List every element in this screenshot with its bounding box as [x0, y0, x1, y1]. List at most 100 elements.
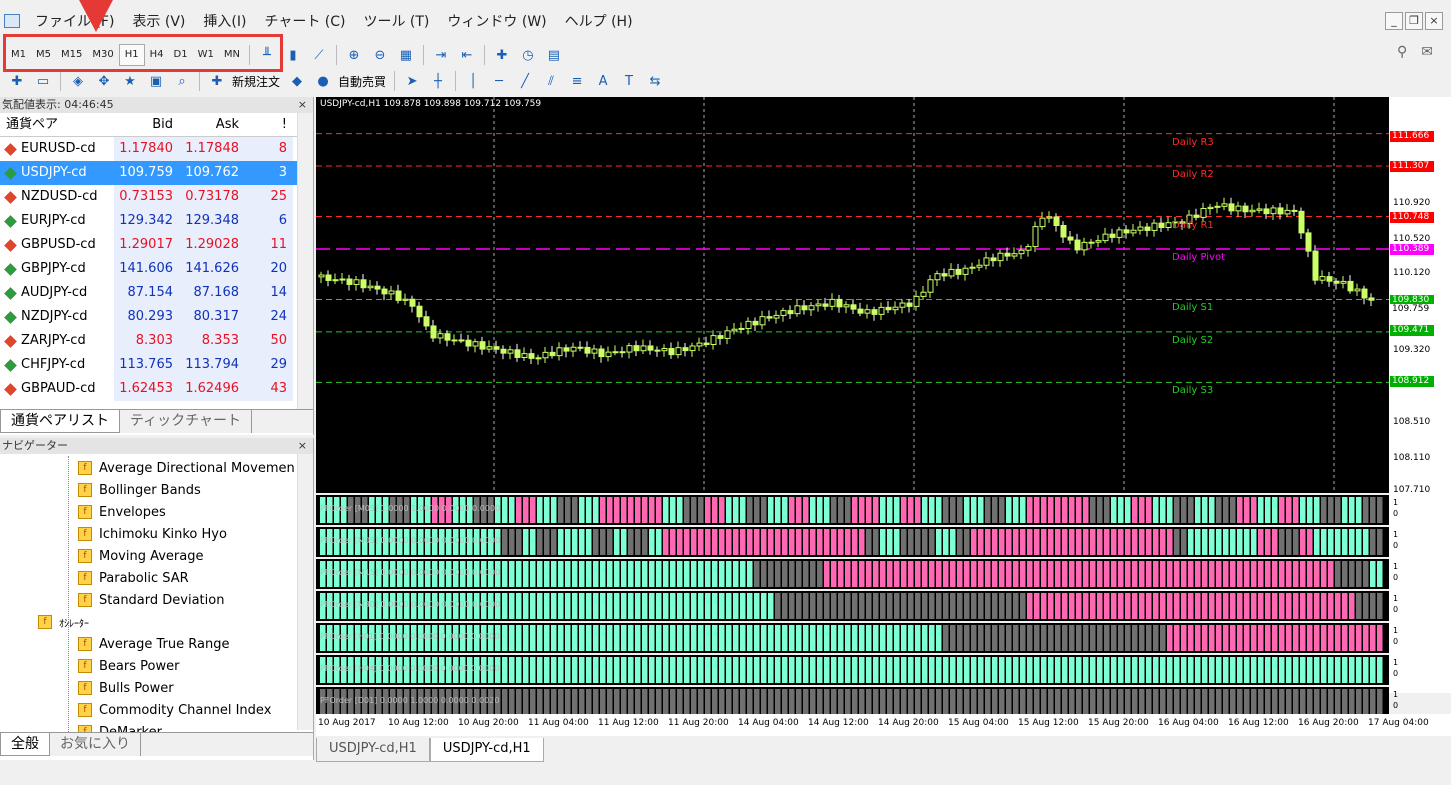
navigator-item[interactable]: f Parabolic SAR [78, 567, 189, 589]
fibonacci-icon[interactable]: ≡ [566, 71, 588, 91]
market-watch-row[interactable]: EURJPY-cd 129.342 129.348 6 [0, 209, 313, 233]
menu-insert[interactable]: 挿入(I) [194, 11, 255, 31]
indicator-bar [943, 657, 949, 683]
header-symbol[interactable]: 通貨ペア [0, 113, 114, 136]
search-icon[interactable]: ⚲ [1397, 44, 1407, 60]
close-icon[interactable]: × [298, 97, 307, 113]
tab-general[interactable]: 全般 [0, 733, 50, 756]
terminal-icon[interactable]: ▣ [145, 71, 167, 91]
indicator-bar [614, 561, 620, 587]
line-chart-icon[interactable]: ⟋ [308, 45, 330, 65]
new-chart-icon[interactable]: ✚ [6, 71, 28, 91]
indicator-bar [544, 529, 550, 555]
navigator-item[interactable]: f Average True Range [78, 633, 229, 655]
navigator-item[interactable]: f Commodity Channel Index [78, 699, 271, 721]
market-watch-row[interactable]: AUDJPY-cd 87.154 87.168 14 [0, 281, 313, 305]
menu-tools[interactable]: ツール (T) [354, 11, 438, 31]
chart-shift-icon[interactable]: ⇤ [456, 45, 478, 65]
chat-icon[interactable]: ✉ [1421, 44, 1433, 60]
header-spread[interactable]: ! [243, 113, 293, 136]
trendline-icon[interactable]: ╱ [514, 71, 536, 91]
vertical-line-icon[interactable]: │ [462, 71, 484, 91]
market-watch-row[interactable]: NZDJPY-cd 80.293 80.317 24 [0, 305, 313, 329]
header-ask[interactable]: Ask [177, 113, 243, 136]
metaeditor-icon[interactable]: ◆ [286, 71, 308, 91]
tile-windows-icon[interactable]: ▦ [395, 45, 417, 65]
arrows-icon[interactable]: ⇆ [644, 71, 666, 91]
tab-symbols[interactable]: 通貨ペアリスト [0, 410, 120, 433]
navigator-item[interactable]: f Bears Power [78, 655, 179, 677]
indicator-pane[interactable]: PFOrder [H04] 0.0000 0.0000 0.0000 0.000… [316, 655, 1389, 685]
symbol-name: ZARJPY-cd [21, 333, 86, 348]
market-watch-row[interactable]: GBPAUD-cd 1.62453 1.62496 43 [0, 377, 313, 401]
horizontal-line-icon[interactable]: ─ [488, 71, 510, 91]
menu-chart[interactable]: チャート (C) [255, 11, 354, 31]
market-watch-row[interactable]: ZARJPY-cd 8.303 8.353 50 [0, 329, 313, 353]
indicator-bar [1146, 657, 1152, 683]
crosshair-icon[interactable]: ┼ [427, 71, 449, 91]
indicator-bar [908, 625, 914, 651]
candlestick-icon[interactable]: ▮ [282, 45, 304, 65]
text-icon[interactable]: A [592, 71, 614, 91]
tab-favorites[interactable]: お気に入り [50, 733, 141, 756]
price-chart[interactable]: USDJPY-cd,H1 109.878 109.898 109.712 109… [316, 97, 1389, 493]
navigator-item[interactable]: f Bulls Power [78, 677, 174, 699]
market-watch-row[interactable]: USDJPY-cd 109.759 109.762 3 [0, 161, 313, 185]
indicator-pane[interactable]: PFOrder [M05] 0.0000 0.0000 0.0000 0.000… [316, 527, 1389, 557]
navigator-item[interactable]: f Moving Average [78, 545, 203, 567]
profiles-icon[interactable]: ▭ [32, 71, 54, 91]
navigator-item[interactable]: f Ichimoku Kinko Hyo [78, 523, 227, 545]
channel-icon[interactable]: ⫽ [540, 71, 562, 91]
periods-clock-icon[interactable]: ◷ [517, 45, 539, 65]
indicator-bar [537, 689, 543, 715]
indicator-pane[interactable]: PFOrder [M15] 0.0000 0.0000 0.0000 0.000… [316, 559, 1389, 589]
auto-trading-button[interactable]: 自動売買 [338, 73, 386, 90]
market-watch-row[interactable]: NZDUSD-cd 0.73153 0.73178 25 [0, 185, 313, 209]
close-icon[interactable]: × [298, 438, 307, 454]
tab-tick-chart[interactable]: ティックチャート [120, 410, 253, 433]
tester-icon[interactable]: ⌕ [171, 71, 193, 91]
header-bid[interactable]: Bid [114, 113, 177, 136]
indicators-icon[interactable]: ✚ [491, 45, 513, 65]
indicator-pane[interactable]: PFOrder [M05] 1.0000 1.0000 0.0000 0.000… [316, 495, 1389, 525]
restore-button[interactable]: ❐ [1405, 12, 1423, 30]
data-window-icon[interactable]: ✥ [93, 71, 115, 91]
market-watch-row[interactable]: EURUSD-cd 1.17840 1.17848 8 [0, 137, 313, 161]
menu-window[interactable]: ウィンドウ (W) [438, 11, 555, 31]
navigator-item[interactable]: f Envelopes [78, 501, 166, 523]
symbol-name: NZDUSD-cd [21, 189, 98, 204]
navigator-item[interactable]: f Bollinger Bands [78, 479, 201, 501]
navigator-item[interactable]: f Standard Deviation [78, 589, 224, 611]
indicator-bar [523, 689, 529, 715]
chart-tab-2[interactable]: USDJPY-cd,H1 [429, 738, 544, 762]
market-watch-row[interactable]: CHFJPY-cd 113.765 113.794 29 [0, 353, 313, 377]
new-order-icon[interactable]: ✚ [206, 71, 228, 91]
new-order-button[interactable]: 新規注文 [232, 73, 280, 90]
navigator-icon[interactable]: ★ [119, 71, 141, 91]
navigator-item[interactable]: f Average Directional Movemen [78, 457, 295, 479]
ask-cell: 113.794 [177, 353, 243, 377]
menu-help[interactable]: ヘルプ (H) [556, 11, 642, 31]
menu-view[interactable]: 表示 (V) [123, 11, 194, 31]
minimize-button[interactable]: _ [1385, 12, 1403, 30]
market-watch-row[interactable]: GBPJPY-cd 141.606 141.626 20 [0, 257, 313, 281]
zoom-out-icon[interactable]: ⊖ [369, 45, 391, 65]
close-button[interactable]: × [1425, 12, 1443, 30]
indicator-bar [1209, 497, 1215, 523]
indicator-pane[interactable]: PFOrder [M30] 0.0000 0.0000 0.0000 0.000… [316, 591, 1389, 621]
indicator-pane[interactable]: PFOrder [D01] 0.0000 1.0000 0.0000 0.002… [316, 687, 1389, 717]
market-watch-row[interactable]: GBPUSD-cd 1.29017 1.29028 11 [0, 233, 313, 257]
navigator-scrollbar[interactable] [297, 454, 313, 730]
indicator-bar [1153, 625, 1159, 651]
chart-tab-1[interactable]: USDJPY-cd,H1 [316, 738, 430, 762]
indicator-pane[interactable]: PFOrder [H01] 0.0000 0.0000 0.0000 0.000… [316, 623, 1389, 653]
market-watch-icon[interactable]: ◈ [67, 71, 89, 91]
text-label-icon[interactable]: T [618, 71, 640, 91]
market-watch-scrollbar[interactable] [297, 113, 313, 409]
templates-icon[interactable]: ▤ [543, 45, 565, 65]
navigator-item[interactable]: f ｵｼﾚｰﾀｰ [38, 611, 89, 633]
auto-trading-icon[interactable]: ● [312, 71, 334, 91]
auto-scroll-icon[interactable]: ⇥ [430, 45, 452, 65]
zoom-in-icon[interactable]: ⊕ [343, 45, 365, 65]
cursor-icon[interactable]: ➤ [401, 71, 423, 91]
